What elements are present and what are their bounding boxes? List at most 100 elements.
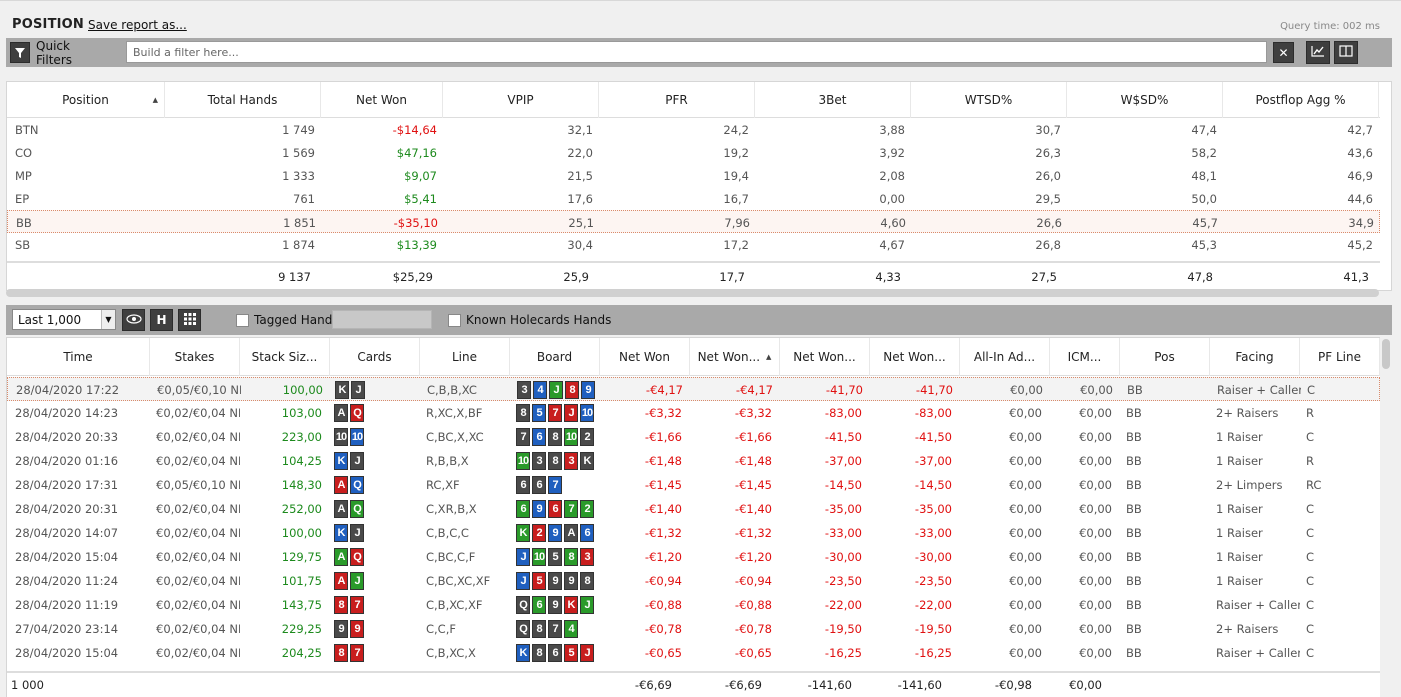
cell-pos: BB — [1126, 502, 1142, 516]
cell-nw3: -30,00 — [824, 550, 862, 564]
playing-card: J — [564, 404, 578, 422]
hand-range-select[interactable]: Last 1,000 ▼ — [12, 309, 116, 330]
column-header-nw1[interactable]: Net Won — [600, 338, 690, 376]
cell-wtsd: 29,5 — [1035, 191, 1061, 206]
cell-cards: KJ — [331, 378, 421, 402]
column-header-cards[interactable]: Cards — [330, 338, 420, 376]
column-header-net-won[interactable]: Net Won — [321, 82, 443, 118]
table-row[interactable]: 28/04/2020 15:04€0,02/€0,04 NL H204,2587… — [7, 641, 1380, 665]
cell-allin: €0,00 — [1009, 526, 1042, 540]
table-row[interactable]: 28/04/2020 14:23 €0,02/€0,04 NL H 103,00 AQ… — [7, 401, 1380, 425]
playing-card: 8 — [548, 428, 562, 446]
replay-button[interactable] — [122, 309, 145, 331]
filter-input[interactable] — [126, 41, 1267, 63]
grid-view-button[interactable] — [178, 309, 201, 331]
column-header-label: PFR — [665, 93, 688, 107]
column-header-label: W$SD% — [1120, 93, 1169, 107]
playing-card: A — [334, 572, 348, 590]
table-row[interactable]: 28/04/2020 20:31 €0,02/€0,04 NL H 252,00 AQ… — [7, 497, 1380, 521]
column-header-allin[interactable]: All-In Ad... — [960, 338, 1050, 376]
table-row[interactable]: BB 1 851 -$35,10 25,1 7,96 4,60 26,6 45,7 34,9 — [7, 210, 1380, 233]
cell-pfline: C — [1306, 646, 1315, 660]
known-holecards-checkbox[interactable] — [448, 313, 461, 327]
column-header-pfline[interactable]: PF Line — [1300, 338, 1380, 376]
column-header-nw4[interactable]: Net Won... — [870, 338, 960, 376]
cell-net-won: $13,39 — [396, 237, 437, 252]
playing-card: J — [549, 381, 563, 399]
cell-board: 667 — [510, 473, 600, 497]
cell-icm: €0,00 — [1079, 622, 1112, 636]
table-row[interactable]: EP 761 $5,41 17,6 16,7 0,00 29,5 50,0 44,6 — [7, 187, 1380, 210]
playing-card: 2 — [580, 428, 594, 446]
position-table-header: Position ▲ Total Hands Net Won VPIP PFR 3Bet WT… — [7, 82, 1380, 118]
cell-board: K865J — [510, 641, 600, 665]
cell-net-won: $47,16 — [396, 145, 437, 160]
cell-stack: 103,00 — [281, 406, 322, 420]
playing-card: J — [516, 548, 530, 566]
columns-button[interactable] — [1334, 41, 1358, 64]
tag-select[interactable] — [332, 310, 432, 329]
column-header-wsd[interactable]: W$SD% — [1067, 82, 1223, 118]
playing-card: Q — [350, 548, 364, 566]
hands-table: Time Stakes Stack Siz... Cards Line Board Net … — [6, 337, 1392, 697]
column-header-pfr[interactable]: PFR — [599, 82, 755, 118]
cell-nw4: -30,00 — [914, 550, 952, 564]
clear-filter-button[interactable]: ✕ — [1273, 42, 1294, 63]
table-row[interactable]: 28/04/2020 01:16€0,02/€0,04 NL H104,25KJ… — [7, 449, 1380, 473]
column-header-vpip[interactable]: VPIP — [443, 82, 599, 118]
table-row[interactable]: BTN 1 749 -$14,64 32,1 24,2 3,88 30,7 47,4 42,7 — [7, 118, 1380, 141]
playing-card: 8 — [565, 381, 579, 399]
column-header-board[interactable]: Board — [510, 338, 600, 376]
column-header-three-bet[interactable]: 3Bet — [755, 82, 911, 118]
table-row[interactable]: MP 1 333 $9,07 21,5 19,4 2,08 26,0 48,1 46,9 — [7, 164, 1380, 187]
column-header-facing[interactable]: Facing — [1210, 338, 1300, 376]
column-header-icm[interactable]: ICM... — [1050, 338, 1120, 376]
vertical-scrollbar[interactable] — [1380, 337, 1392, 697]
column-header-position[interactable]: Position ▲ — [7, 82, 165, 118]
table-row[interactable]: SB 1 874 $13,39 30,4 17,2 4,67 26,8 45,3 45,2 — [7, 233, 1380, 256]
table-row[interactable]: 28/04/2020 14:07€0,02/€0,04 NL H100,00KJ… — [7, 521, 1380, 545]
cell-icm: €0,00 — [1079, 406, 1112, 420]
column-header-agg[interactable]: Postflop Agg % — [1223, 82, 1379, 118]
cell-net-won: -$35,10 — [393, 215, 438, 230]
column-header-pos[interactable]: Pos — [1120, 338, 1210, 376]
save-report-link[interactable]: Save report as... — [88, 18, 187, 32]
column-header-nw3[interactable]: Net Won... — [780, 338, 870, 376]
cell-board: 8 5 7 J 10 — [510, 401, 600, 425]
horizontal-scrollbar[interactable] — [6, 289, 1379, 297]
playing-card: 2 — [532, 524, 546, 542]
table-row[interactable]: 28/04/2020 17:31 €0,05/€0,10 NL H 148,30 AQ… — [7, 473, 1380, 497]
table-row[interactable]: 28/04/2020 17:22€0,05/€0,10 NL H100,00KJ… — [7, 377, 1380, 401]
playing-card: 7 — [548, 404, 562, 422]
cell-line: C,BC,XC,XF — [426, 574, 491, 588]
playing-card: 7 — [350, 644, 364, 662]
column-header-label: Position — [62, 93, 109, 107]
column-header-stakes[interactable]: Stakes — [150, 338, 240, 376]
tagged-hands-checkbox[interactable] — [236, 313, 249, 327]
table-row[interactable]: 28/04/2020 11:19 €0,02/€0,04 NL H 143,75 87… — [7, 593, 1380, 617]
hand-range-value: Last 1,000 — [18, 312, 82, 327]
cell-pfr: 24,2 — [723, 122, 749, 137]
quick-filters-button[interactable]: Quick Filters — [6, 39, 106, 67]
table-row[interactable]: 27/04/2020 23:14 €0,02/€0,04 NL H 229,25 99… — [7, 617, 1380, 641]
column-header-stack[interactable]: Stack Siz... — [240, 338, 330, 376]
table-row[interactable]: CO 1 569 $47,16 22,0 19,2 3,92 26,3 58,2 43,6 — [7, 141, 1380, 164]
hud-button[interactable]: H — [150, 309, 173, 331]
known-holecards-option[interactable]: Known Holecards Hands — [448, 313, 611, 327]
column-header-total-hands[interactable]: Total Hands — [165, 82, 321, 118]
scrollbar-thumb[interactable] — [1382, 339, 1390, 369]
table-row[interactable]: 28/04/2020 11:24€0,02/€0,04 NL H101,75AJ… — [7, 569, 1380, 593]
cell-cards: KJ — [330, 449, 420, 473]
column-header-label: Stakes — [174, 350, 215, 364]
column-header-time[interactable]: Time — [7, 338, 150, 376]
tagged-hands-option[interactable]: Tagged Hands — [236, 313, 339, 327]
column-header-line[interactable]: Line — [420, 338, 510, 376]
table-row[interactable]: 28/04/2020 20:33 €0,02/€0,04 NL H 223,00 10… — [7, 425, 1380, 449]
chart-view-button[interactable] — [1306, 41, 1330, 64]
column-header-wtsd[interactable]: WTSD% — [911, 82, 1067, 118]
cell-nw4: -19,50 — [914, 622, 952, 636]
total-count: 1 000 — [11, 678, 44, 692]
table-row[interactable]: 28/04/2020 15:04 €0,02/€0,04 NL H 129,75 AQ… — [7, 545, 1380, 569]
playing-card: J — [516, 572, 530, 590]
column-header-nw2[interactable]: Net Won... ▲ — [690, 338, 780, 376]
